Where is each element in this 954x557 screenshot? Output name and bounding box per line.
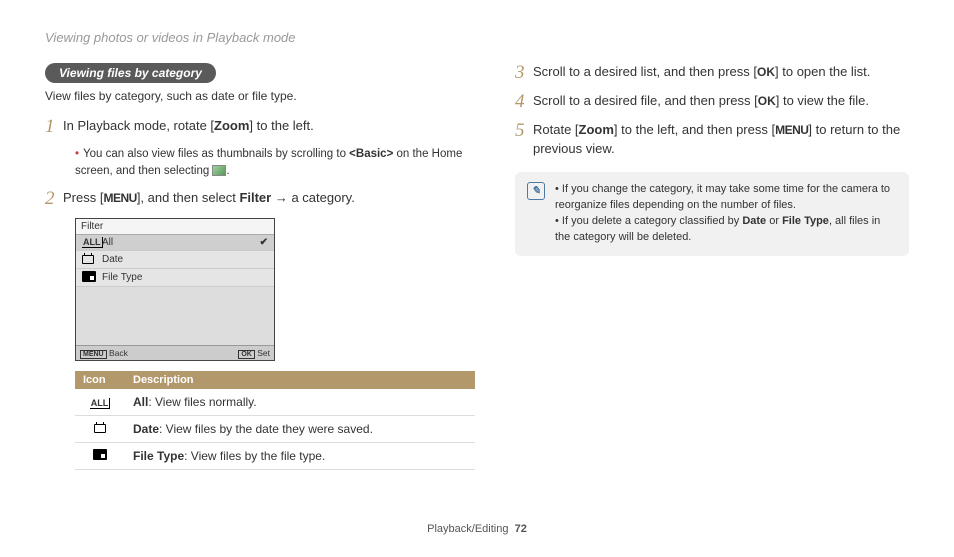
all-icon: ALL [82, 237, 103, 248]
table-header-icon: Icon [75, 371, 125, 389]
step-body: In Playback mode, rotate [Zoom] to the l… [63, 117, 475, 136]
step-number: 5 [515, 121, 533, 142]
step-number: 2 [45, 189, 63, 210]
step-body: Rotate [Zoom] to the left, and then pres… [533, 121, 909, 159]
step-sub: •You can also view files as thumbnails b… [75, 146, 475, 179]
step-1: 1In Playback mode, rotate [Zoom] to the … [45, 117, 475, 138]
step-2: 2Press [MENU], and then select Filter → … [45, 189, 475, 210]
calendar-icon [82, 253, 94, 264]
screenshot-footer-set: OK Set [238, 348, 270, 358]
calendar-icon [94, 422, 106, 433]
step-4: 4Scroll to a desired file, and then pres… [515, 92, 909, 113]
step-number: 3 [515, 63, 533, 84]
menu-glyph: MENU [103, 191, 136, 205]
menu-glyph: MENU [775, 123, 808, 137]
table-row: File Type: View files by the file type. [75, 443, 475, 470]
page-footer: Playback/Editing 72 [0, 523, 954, 535]
note-item: If you delete a category classified by D… [555, 214, 897, 246]
screenshot-row: ALLAll✔ [76, 235, 274, 251]
step-5: 5Rotate [Zoom] to the left, and then pre… [515, 121, 909, 159]
table-row: Date: View files by the date they were s… [75, 416, 475, 443]
step-number: 4 [515, 92, 533, 113]
screenshot-title: Filter [76, 219, 274, 235]
step-body: Press [MENU], and then select Filter → a… [63, 189, 475, 208]
step-body: Scroll to a desired list, and then press… [533, 63, 909, 82]
note-icon: ✎ [527, 182, 545, 200]
note-item: If you change the category, it may take … [555, 182, 897, 214]
thumbnail-icon [212, 165, 226, 176]
check-icon: ✔ [260, 237, 268, 248]
icon-description-table: Icon Description ALLAll: View files norm… [75, 371, 475, 470]
screenshot-row: File Type [76, 269, 274, 287]
step-number: 1 [45, 117, 63, 138]
section-heading-pill: Viewing files by category [45, 63, 216, 83]
left-column: Viewing files by category View files by … [45, 63, 475, 470]
screenshot-row: Date [76, 251, 274, 269]
filetype-icon [93, 449, 107, 460]
table-row: ALLAll: View files normally. [75, 389, 475, 416]
right-column: 3Scroll to a desired list, and then pres… [515, 63, 909, 470]
step-3: 3Scroll to a desired list, and then pres… [515, 63, 909, 84]
ok-glyph: OK [757, 65, 775, 79]
filetype-icon [82, 271, 96, 282]
screenshot-footer-back: MENU Back [80, 348, 128, 358]
filter-screenshot: Filter ALLAll✔DateFile Type MENU Back OK… [75, 218, 275, 361]
all-icon: ALL [90, 398, 111, 409]
step-body: Scroll to a desired file, and then press… [533, 92, 909, 111]
note-box: ✎ If you change the category, it may tak… [515, 172, 909, 256]
ok-glyph: OK [758, 94, 776, 108]
intro-text: View files by category, such as date or … [45, 89, 475, 103]
breadcrumb: Viewing photos or videos in Playback mod… [45, 30, 909, 45]
table-header-description: Description [125, 371, 475, 389]
